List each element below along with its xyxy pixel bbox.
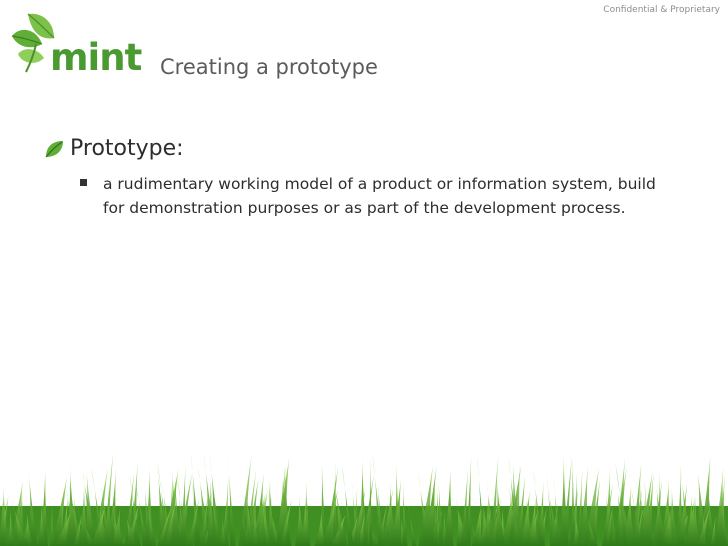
logo-wordmark: mint xyxy=(50,36,142,79)
sub-bullet-definition: a rudimentary working model of a product… xyxy=(80,172,660,220)
slide-title: Creating a prototype xyxy=(160,55,378,79)
grass-footer-image xyxy=(0,451,728,546)
square-bullet-icon xyxy=(80,179,87,186)
bullet-prototype-text: Prototype: xyxy=(70,136,184,161)
confidential-label: Confidential & Proprietary xyxy=(603,5,720,15)
slide: Confidential & Proprietary mint Creating… xyxy=(0,0,728,546)
sub-bullet-definition-text: a rudimentary working model of a product… xyxy=(103,175,656,217)
leaf-bullet-icon xyxy=(45,140,63,157)
mint-logo: mint xyxy=(10,10,142,79)
bullet-prototype: Prototype: xyxy=(44,136,184,161)
